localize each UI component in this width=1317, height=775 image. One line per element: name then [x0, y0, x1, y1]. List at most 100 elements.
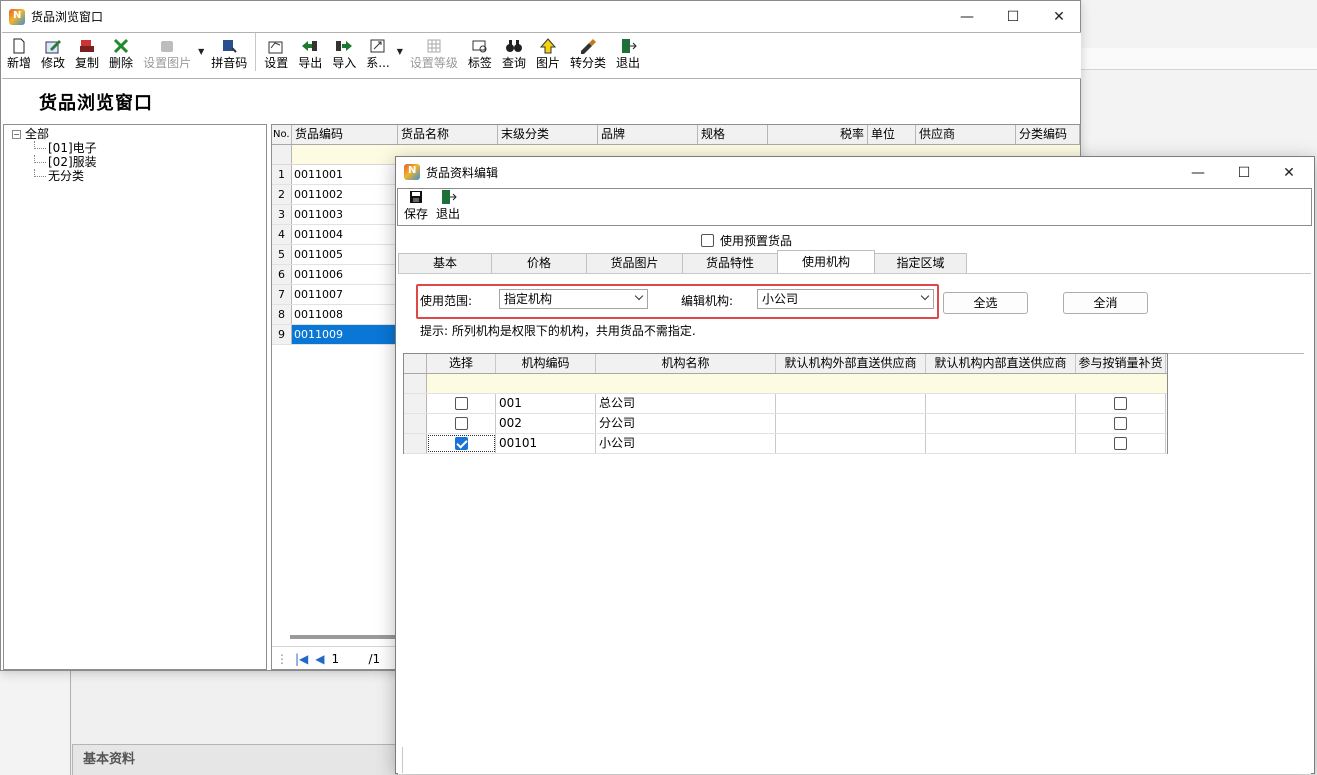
- org-name-cell[interactable]: 分公司: [596, 414, 776, 433]
- close-button[interactable]: ✕: [1266, 157, 1312, 188]
- dropdown-arrow-icon[interactable]: ▼: [196, 47, 206, 70]
- external-supplier-cell[interactable]: [776, 414, 926, 433]
- checked-checkbox[interactable]: [454, 437, 468, 450]
- scope-select[interactable]: 指定机构: [499, 289, 648, 309]
- label-button[interactable]: 标签: [463, 38, 497, 70]
- org-row[interactable]: 00101 小公司: [404, 434, 1167, 454]
- column-header-internal-supplier[interactable]: 默认机构内部直送供应商: [926, 354, 1076, 373]
- exit-button[interactable]: 退出: [432, 189, 464, 221]
- new-button[interactable]: 新增: [2, 38, 36, 70]
- change-category-button[interactable]: 转分类: [565, 38, 611, 70]
- preset-goods-checkbox[interactable]: 使用预置货品: [701, 232, 792, 249]
- internal-supplier-cell[interactable]: [926, 394, 1076, 413]
- goods-code-cell[interactable]: 0011009: [292, 325, 398, 344]
- org-code-cell[interactable]: 00101: [496, 434, 596, 453]
- tab-goods-features[interactable]: 货品特性: [682, 253, 778, 273]
- column-header-category[interactable]: 末级分类: [498, 125, 598, 144]
- prev-page-button[interactable]: ◀: [315, 652, 324, 666]
- column-header-select[interactable]: 选择: [427, 354, 496, 373]
- tab-price[interactable]: 价格: [491, 253, 587, 273]
- first-page-button[interactable]: |◀: [295, 652, 308, 666]
- checkbox[interactable]: [454, 397, 468, 410]
- replenish-cell[interactable]: [1076, 434, 1166, 453]
- search-button[interactable]: 查询: [497, 38, 531, 70]
- internal-supplier-cell[interactable]: [926, 434, 1076, 453]
- goods-code-cell[interactable]: 0011007: [292, 285, 398, 304]
- column-header-unit[interactable]: 单位: [868, 125, 916, 144]
- column-header-code[interactable]: 货品编码: [292, 125, 398, 144]
- picture-button[interactable]: 图片: [531, 38, 565, 70]
- select-all-button[interactable]: 全选: [943, 292, 1028, 314]
- set-image-button[interactable]: 设置图片: [138, 38, 196, 70]
- org-name-cell[interactable]: 小公司: [596, 434, 776, 453]
- dropdown-arrow-icon[interactable]: ▼: [395, 47, 405, 70]
- filter-cell[interactable]: [427, 374, 1167, 393]
- column-header-external-supplier[interactable]: 默认机构外部直送供应商: [776, 354, 926, 373]
- org-name-cell[interactable]: 总公司: [596, 394, 776, 413]
- tab-region[interactable]: 指定区域: [874, 253, 967, 273]
- org-row[interactable]: 001 总公司: [404, 394, 1167, 414]
- select-cell[interactable]: [427, 414, 496, 433]
- browse-title-bar[interactable]: 货品浏览窗口 — ☐ ✕: [1, 1, 1080, 32]
- import-button[interactable]: 导入: [327, 38, 361, 70]
- goods-code-cell[interactable]: 0011003: [292, 205, 398, 224]
- org-grid-filter-row[interactable]: [404, 374, 1167, 394]
- external-supplier-cell[interactable]: [776, 394, 926, 413]
- org-code-cell[interactable]: 001: [496, 394, 596, 413]
- maximize-button[interactable]: ☐: [990, 1, 1036, 32]
- column-header-no[interactable]: No.: [272, 125, 292, 144]
- checkbox[interactable]: [1114, 437, 1127, 450]
- goods-code-cell[interactable]: 0011002: [292, 185, 398, 204]
- preset-checkbox-box[interactable]: [701, 234, 714, 247]
- system-button[interactable]: 系...: [361, 38, 394, 70]
- column-header-org-name[interactable]: 机构名称: [596, 354, 776, 373]
- replenish-cell[interactable]: [1076, 394, 1166, 413]
- external-supplier-cell[interactable]: [776, 434, 926, 453]
- tree-item-clothing[interactable]: [02]服装: [12, 155, 266, 169]
- maximize-button[interactable]: ☐: [1221, 157, 1267, 188]
- select-cell[interactable]: [427, 434, 496, 453]
- tree-item-root[interactable]: − 全部: [12, 127, 266, 141]
- tab-basic[interactable]: 基本: [398, 253, 492, 273]
- collapse-toggle-icon[interactable]: −: [12, 130, 21, 139]
- edit-button[interactable]: 修改: [36, 38, 70, 70]
- exit-button[interactable]: 退出: [611, 38, 645, 70]
- goods-code-cell[interactable]: 0011005: [292, 245, 398, 264]
- export-button[interactable]: 导出: [293, 38, 327, 70]
- column-header-spec[interactable]: 规格: [698, 125, 768, 144]
- goods-code-cell[interactable]: 0011004: [292, 225, 398, 244]
- column-header-category-code[interactable]: 分类编码: [1016, 125, 1080, 144]
- tab-goods-image[interactable]: 货品图片: [586, 253, 683, 273]
- close-button[interactable]: ✕: [1036, 1, 1082, 32]
- clear-all-button[interactable]: 全消: [1063, 292, 1148, 314]
- column-header-tax[interactable]: 税率: [768, 125, 868, 144]
- tree-item-electronics[interactable]: [01]电子: [12, 141, 266, 155]
- column-header-name[interactable]: 货品名称: [398, 125, 498, 144]
- copy-button[interactable]: 复制: [70, 38, 104, 70]
- internal-supplier-cell[interactable]: [926, 414, 1076, 433]
- set-grade-button[interactable]: 设置等级: [405, 38, 463, 70]
- edit-org-select[interactable]: 小公司: [757, 289, 934, 309]
- column-header-brand[interactable]: 品牌: [598, 125, 698, 144]
- column-header-replenish[interactable]: 参与按销量补货: [1076, 354, 1166, 373]
- save-button[interactable]: 保存: [400, 189, 432, 221]
- tree-item-uncategorized[interactable]: 无分类: [12, 169, 266, 183]
- goods-code-cell[interactable]: 0011001: [292, 165, 398, 184]
- goods-code-cell[interactable]: 0011006: [292, 265, 398, 284]
- column-header-supplier[interactable]: 供应商: [916, 125, 1016, 144]
- minimize-button[interactable]: —: [1175, 157, 1221, 188]
- goods-code-cell[interactable]: 0011008: [292, 305, 398, 324]
- replenish-cell[interactable]: [1076, 414, 1166, 433]
- edit-title-bar[interactable]: 货品资料编辑 — ☐ ✕: [396, 157, 1314, 187]
- select-cell[interactable]: [427, 394, 496, 413]
- checkbox[interactable]: [454, 417, 468, 430]
- background-tab-basic-info[interactable]: 基本资料: [72, 744, 398, 775]
- column-header-org-code[interactable]: 机构编码: [496, 354, 596, 373]
- page-number-input[interactable]: [331, 649, 362, 668]
- delete-button[interactable]: 删除: [104, 38, 138, 70]
- checkbox[interactable]: [1114, 397, 1127, 410]
- settings-button[interactable]: 设置: [259, 38, 293, 70]
- pinyin-button[interactable]: 拼音码: [206, 38, 252, 70]
- checkbox[interactable]: [1114, 417, 1127, 430]
- org-row[interactable]: 002 分公司: [404, 414, 1167, 434]
